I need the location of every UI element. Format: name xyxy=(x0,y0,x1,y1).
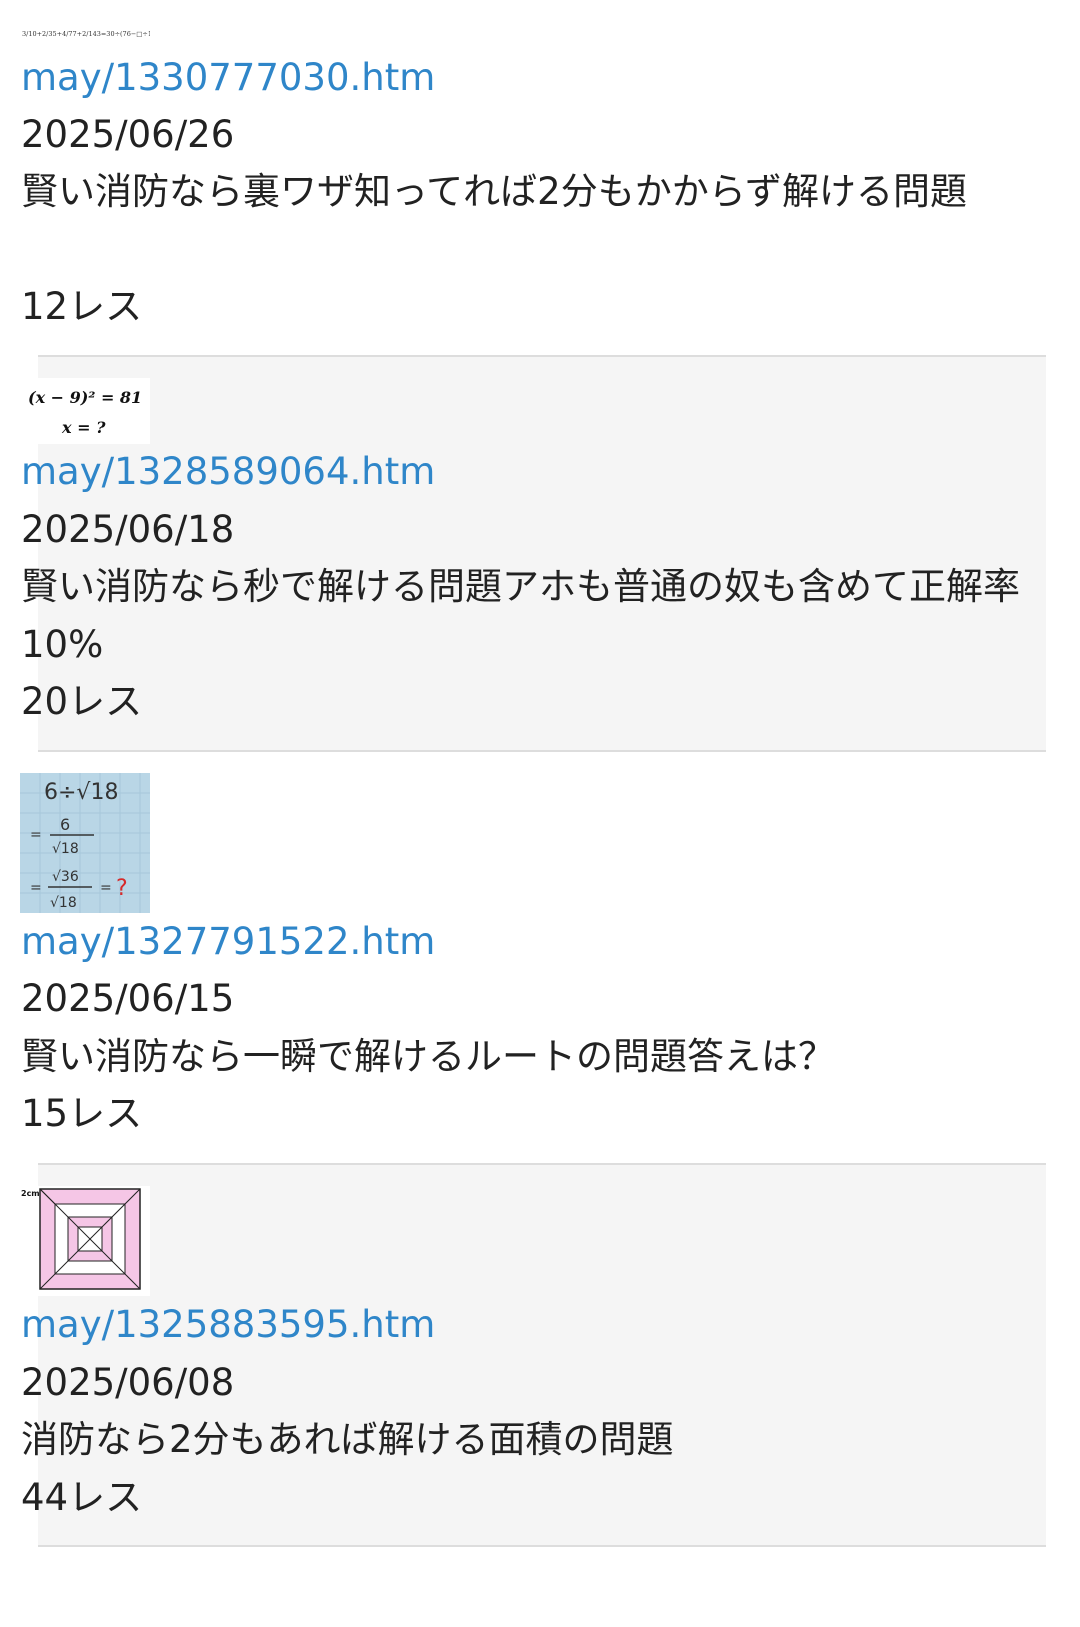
list-item: 3/10+2/35+4/77+2/143=30÷(76−□÷1 4/7) may… xyxy=(0,0,1080,357)
thumbnail-formula: 3/10+2/35+4/77+2/143=30÷(76−□÷1 4/7) xyxy=(22,30,150,38)
thread-thumbnail[interactable]: 6÷√18 = 6 √18 = √36 √18 = ? xyxy=(20,773,150,913)
thread-date: 2025/06/15 xyxy=(21,977,235,1020)
reply-count: 44レス xyxy=(21,1476,143,1519)
thread-thumbnail[interactable]: 2cm xyxy=(20,1186,150,1296)
thumbnail-question: x = ? xyxy=(61,418,106,437)
thread-title: 消防なら2分もあれば解ける面積の問題 xyxy=(21,1418,674,1461)
svg-text:√18: √18 xyxy=(50,895,77,911)
list-item: (x − 9)² = 81 x = ? may/1328589064.htm 2… xyxy=(0,357,1080,752)
svg-text:6: 6 xyxy=(60,815,70,834)
svg-text:√18: √18 xyxy=(52,841,79,857)
thread-thumbnail[interactable]: (x − 9)² = 81 x = ? xyxy=(20,378,150,444)
svg-text:=: = xyxy=(30,827,42,843)
svg-text:=: = xyxy=(100,880,112,896)
list-item: 2cm may/1325883595.htm 2025/06/08 消防なら2分… xyxy=(0,1165,1080,1545)
list-item: 6÷√18 = 6 √18 = √36 √18 = ? may/13277915… xyxy=(0,752,1080,1165)
thread-link[interactable]: may/1325883595.htm xyxy=(21,1303,435,1347)
thread-title: 賢い消防なら一瞬で解けるルートの問題答えは？ xyxy=(21,1035,835,1078)
svg-text:?: ? xyxy=(116,876,128,901)
thread-link[interactable]: may/1327791522.htm xyxy=(21,920,435,964)
svg-text:2cm: 2cm xyxy=(21,1189,40,1198)
thread-date: 2025/06/08 xyxy=(21,1361,235,1404)
reply-count: 15レス xyxy=(21,1092,143,1135)
thumbnail-equation: (x − 9)² = 81 xyxy=(28,388,142,407)
svg-text:=: = xyxy=(30,880,42,896)
reply-count: 20レス xyxy=(21,680,143,723)
thread-thumbnail[interactable]: 3/10+2/35+4/77+2/143=30÷(76−□÷1 4/7) xyxy=(20,18,150,48)
reply-count: 12レス xyxy=(21,285,143,328)
thread-title: 賢い消防なら秒で解ける問題アホも普通の奴も含めて正解率10% xyxy=(21,565,1020,666)
thread-title: 賢い消防なら裏ワザ知ってれば2分もかからず解ける問題 xyxy=(21,170,967,213)
thread-link[interactable]: may/1330777030.htm xyxy=(21,56,435,100)
svg-text:6÷√18: 6÷√18 xyxy=(44,780,118,805)
thread-link[interactable]: may/1328589064.htm xyxy=(21,450,435,494)
thread-date: 2025/06/18 xyxy=(21,508,235,551)
thread-date: 2025/06/26 xyxy=(21,113,235,156)
divider xyxy=(38,1545,1046,1547)
svg-text:√36: √36 xyxy=(52,869,79,885)
